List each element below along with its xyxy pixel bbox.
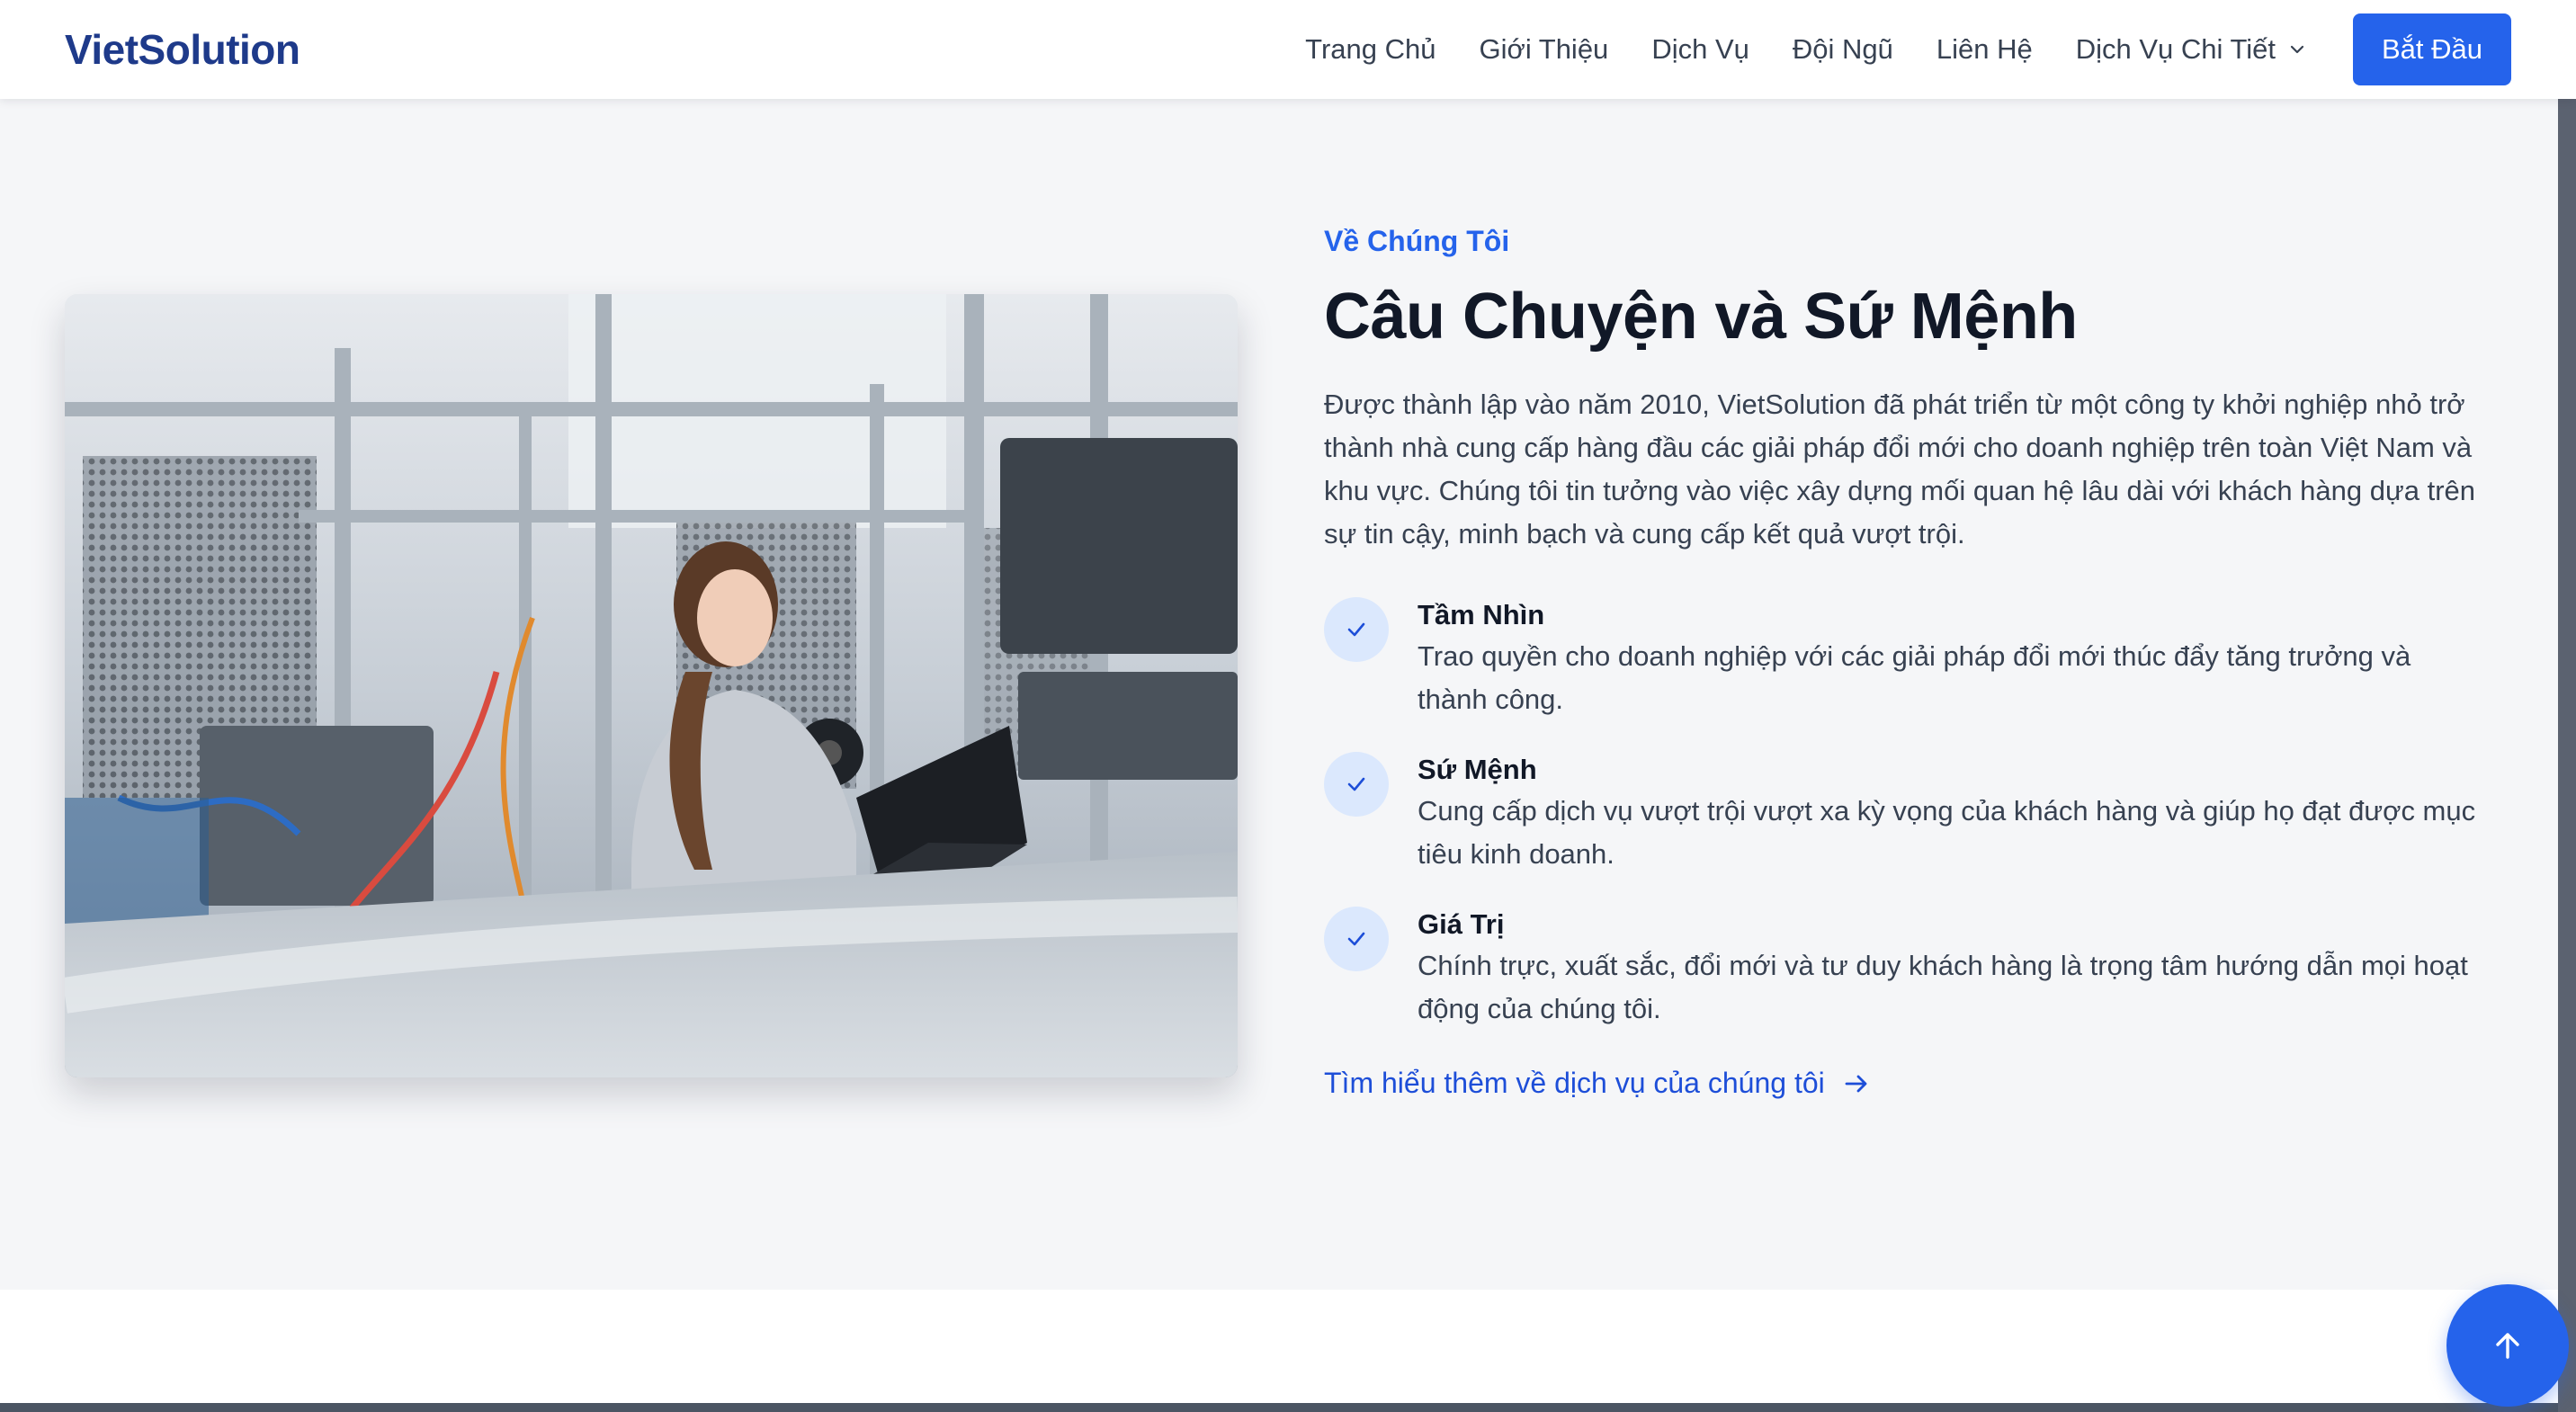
nav-team[interactable]: Đội Ngũ (1793, 33, 1893, 66)
next-section (0, 1290, 2576, 1403)
learn-more-link[interactable]: Tìm hiểu thêm về dịch vụ của chúng tôi (1324, 1067, 2484, 1100)
nav-about[interactable]: Giới Thiệu (1479, 33, 1608, 66)
section-description: Được thành lập vào năm 2010, VietSolutio… (1324, 389, 2476, 550)
feature-text: Chính trực, xuất sắc, đổi mới và tư duy … (1418, 950, 2468, 1025)
chevron-down-icon (2290, 45, 2304, 54)
brand-logo[interactable]: VietSolution (65, 25, 300, 74)
site-header: VietSolution Trang Chủ Giới Thiệu Dịch V… (0, 0, 2576, 99)
check-icon (1324, 597, 1389, 663)
nav-services[interactable]: Dịch Vụ (1651, 33, 1749, 66)
feature-mission: Sứ Mệnh Cung cấp dịch vụ vượt trội vượt … (1324, 750, 2484, 876)
learn-more-label: Tìm hiểu thêm về dịch vụ của chúng tôi (1324, 1067, 1825, 1100)
nav-service-details-label: Dịch Vụ Chi Tiết (2075, 33, 2276, 65)
window-bottom-edge (0, 1403, 2576, 1412)
nav-contact[interactable]: Liên Hệ (1936, 33, 2033, 66)
feature-title: Sứ Mệnh (1418, 754, 1537, 786)
feature-title: Giá Trị (1418, 908, 1505, 941)
feature-text: Trao quyền cho doanh nghiệp với các giải… (1418, 640, 2411, 716)
about-section: Về Chúng Tôi Câu Chuyện và Sứ Mệnh Được … (0, 99, 2576, 1290)
lab-photo (65, 294, 1238, 1077)
get-started-button[interactable]: Bắt Đầu (2352, 13, 2511, 85)
feature-title: Tầm Nhìn (1418, 599, 1545, 631)
section-eyebrow: Về Chúng Tôi (1324, 225, 1510, 257)
feature-text: Cung cấp dịch vụ vượt trội vượt xa kỳ vọ… (1418, 795, 2476, 871)
feature-vision: Tầm Nhìn Trao quyền cho doanh nghiệp với… (1324, 595, 2484, 721)
feature-list: Tầm Nhìn Trao quyền cho doanh nghiệp với… (1324, 595, 2484, 1031)
back-to-top-button[interactable] (2446, 1284, 2569, 1407)
arrow-right-icon (1845, 1075, 1867, 1093)
nav-service-details-dropdown[interactable]: Dịch Vụ Chi Tiết (2076, 33, 2306, 66)
check-icon (1324, 752, 1389, 818)
check-icon (1324, 907, 1389, 972)
section-title: Câu Chuyện và Sứ Mệnh (1324, 281, 2078, 353)
feature-values: Giá Trị Chính trực, xuất sắc, đổi mới và… (1324, 905, 2484, 1031)
page: VietSolution Trang Chủ Giới Thiệu Dịch V… (0, 0, 2576, 1412)
window-right-edge (2558, 0, 2576, 1412)
nav-home[interactable]: Trang Chủ (1305, 33, 1436, 66)
main-nav: Trang Chủ Giới Thiệu Dịch Vụ Đội Ngũ Liê… (1305, 13, 2511, 85)
lab-photo-illustration (65, 294, 1238, 1077)
about-content: Về Chúng Tôi Câu Chuyện và Sứ Mệnh Được … (1324, 225, 2484, 1100)
arrow-up-icon (2496, 1333, 2519, 1359)
